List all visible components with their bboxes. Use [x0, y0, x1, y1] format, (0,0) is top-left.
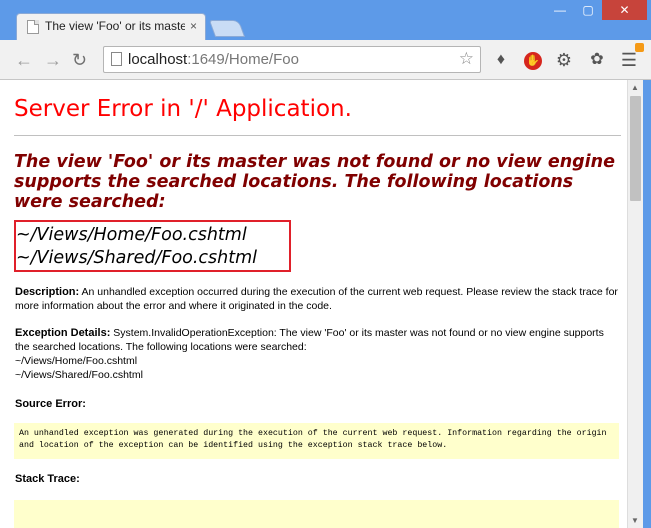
scroll-down-icon[interactable]: ▼	[631, 516, 639, 525]
exception-details: Exception Details: System.InvalidOperati…	[15, 326, 620, 382]
source-error-label: Source Error:	[15, 398, 86, 410]
page-favicon-icon	[27, 20, 39, 34]
description: Description: An unhandled exception occu…	[15, 285, 620, 313]
menu-icon[interactable]: ☰	[618, 43, 644, 71]
vertical-scrollbar[interactable]: ▲ ▼	[627, 80, 643, 528]
source-error-box: An unhandled exception was generated dur…	[14, 423, 619, 459]
url-text[interactable]: localhost:1649/Home/Foo	[128, 51, 299, 68]
divider	[14, 135, 621, 136]
searched-location: ~/Views/Shared/Foo.cshtml	[16, 248, 258, 268]
update-badge	[635, 43, 644, 52]
exception-location: ~/Views/Home/Foo.cshtml	[15, 355, 138, 367]
stack-trace-box	[14, 500, 619, 528]
exception-label: Exception Details:	[15, 327, 111, 339]
tab-close-icon[interactable]: ×	[190, 19, 197, 33]
new-tab-button[interactable]	[208, 20, 246, 37]
bug-icon[interactable]: ✿	[586, 49, 608, 71]
searched-location: ~/Views/Home/Foo.cshtml	[16, 225, 247, 245]
exception-location: ~/Views/Shared/Foo.cshtml	[15, 369, 143, 381]
extensions-icon[interactable]: ♦	[490, 49, 512, 71]
star-icon[interactable]: ☆	[459, 49, 474, 69]
description-label: Description:	[15, 286, 80, 298]
tab-strip: The view 'Foo' or its maste × — ▢ ✕	[0, 0, 651, 40]
page-content: Server Error in '/' Application. The vie…	[0, 80, 627, 528]
browser-toolbar: ← → ↻ localhost:1649/Home/Foo ☆ ♦ ✋ ⚙ ✿ …	[0, 40, 651, 80]
tab-active[interactable]: The view 'Foo' or its maste ×	[16, 13, 206, 40]
error-heading: Server Error in '/' Application.	[14, 96, 352, 122]
close-window-button[interactable]: ✕	[602, 0, 647, 20]
browser-window: The view 'Foo' or its maste × — ▢ ✕ ← → …	[0, 0, 651, 528]
adblock-icon[interactable]: ✋	[522, 49, 544, 71]
url-host: localhost	[128, 51, 188, 68]
stack-trace-label: Stack Trace:	[15, 473, 80, 485]
forward-icon[interactable]: →	[44, 50, 62, 70]
error-message: The view 'Foo' or its master was not fou…	[14, 152, 616, 212]
source-error-code: An unhandled exception was generated dur…	[19, 429, 612, 450]
maximize-button[interactable]: ▢	[574, 0, 602, 20]
tab-title: The view 'Foo' or its maste	[45, 19, 185, 33]
window-frame	[643, 80, 651, 528]
url-path: :1649/Home/Foo	[187, 51, 299, 68]
scroll-up-icon[interactable]: ▲	[631, 83, 639, 92]
scroll-thumb[interactable]	[630, 96, 641, 201]
address-bar[interactable]: localhost:1649/Home/Foo ☆	[103, 46, 481, 73]
reload-icon[interactable]: ↻	[72, 50, 87, 70]
gear-icon[interactable]: ⚙	[553, 49, 575, 71]
back-icon[interactable]: ←	[15, 50, 33, 70]
page-icon	[111, 52, 122, 66]
minimize-button[interactable]: —	[546, 0, 574, 20]
description-text: An unhandled exception occurred during t…	[15, 286, 618, 312]
